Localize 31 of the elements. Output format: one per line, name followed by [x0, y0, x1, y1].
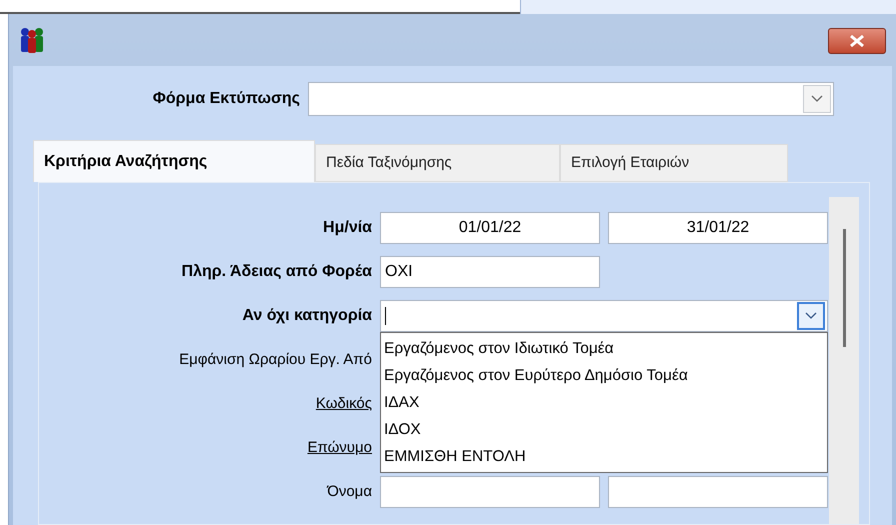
- scrollbar-thumb[interactable]: [842, 229, 846, 347]
- input-field[interactable]: [608, 476, 828, 508]
- input-field[interactable]: ΟΧΙ: [380, 256, 600, 288]
- close-icon: [849, 35, 865, 47]
- field-label: Πληρ. Άδειας από Φορέα: [182, 263, 372, 280]
- input-field[interactable]: 01/01/22: [380, 212, 600, 244]
- dropdown-option[interactable]: Εργαζόμενος στον Ευρύτερο Δημόσιο Τομέα: [381, 362, 827, 389]
- input-field[interactable]: [380, 476, 600, 508]
- dropdown-option[interactable]: ΙΔΑΧ: [381, 389, 827, 416]
- text-cursor: [385, 307, 386, 325]
- field-label: Αν όχι κατηγορία: [242, 307, 372, 324]
- scrollbar[interactable]: [829, 197, 859, 524]
- close-button[interactable]: [828, 28, 886, 54]
- chevron-down-icon: [811, 95, 823, 103]
- people-icon: [19, 26, 45, 54]
- dropdown-option[interactable]: Εργαζόμενος στον Ιδιωτικό Τομέα: [381, 335, 827, 362]
- input-field[interactable]: 31/01/22: [608, 212, 828, 244]
- chevron-down-icon: [805, 312, 817, 320]
- tab[interactable]: Επιλογή Εταιριών: [560, 144, 788, 182]
- field-label: Ημ/νία: [323, 219, 372, 236]
- dropdown-option[interactable]: ΕΜΜΙΣΘΗ ΕΝΤΟΛΗ: [381, 443, 827, 470]
- category-dropdown[interactable]: [380, 300, 828, 332]
- field-label: Φόρμα Εκτύπωσης: [152, 90, 300, 107]
- field-link[interactable]: Κωδικός: [316, 395, 372, 412]
- tab[interactable]: Κριτήρια Αναζήτησης: [33, 140, 315, 182]
- print-form-dropdown[interactable]: [308, 82, 834, 116]
- field-link[interactable]: Επώνυμο: [307, 439, 372, 456]
- tab[interactable]: Πεδία Ταξινόμησης: [315, 144, 560, 182]
- field-label: Όνομα: [327, 483, 372, 500]
- field-label: Εμφάνιση Ωραρίου Εργ. Από: [179, 351, 372, 368]
- dropdown-option[interactable]: ΙΔΟΧ: [381, 416, 827, 443]
